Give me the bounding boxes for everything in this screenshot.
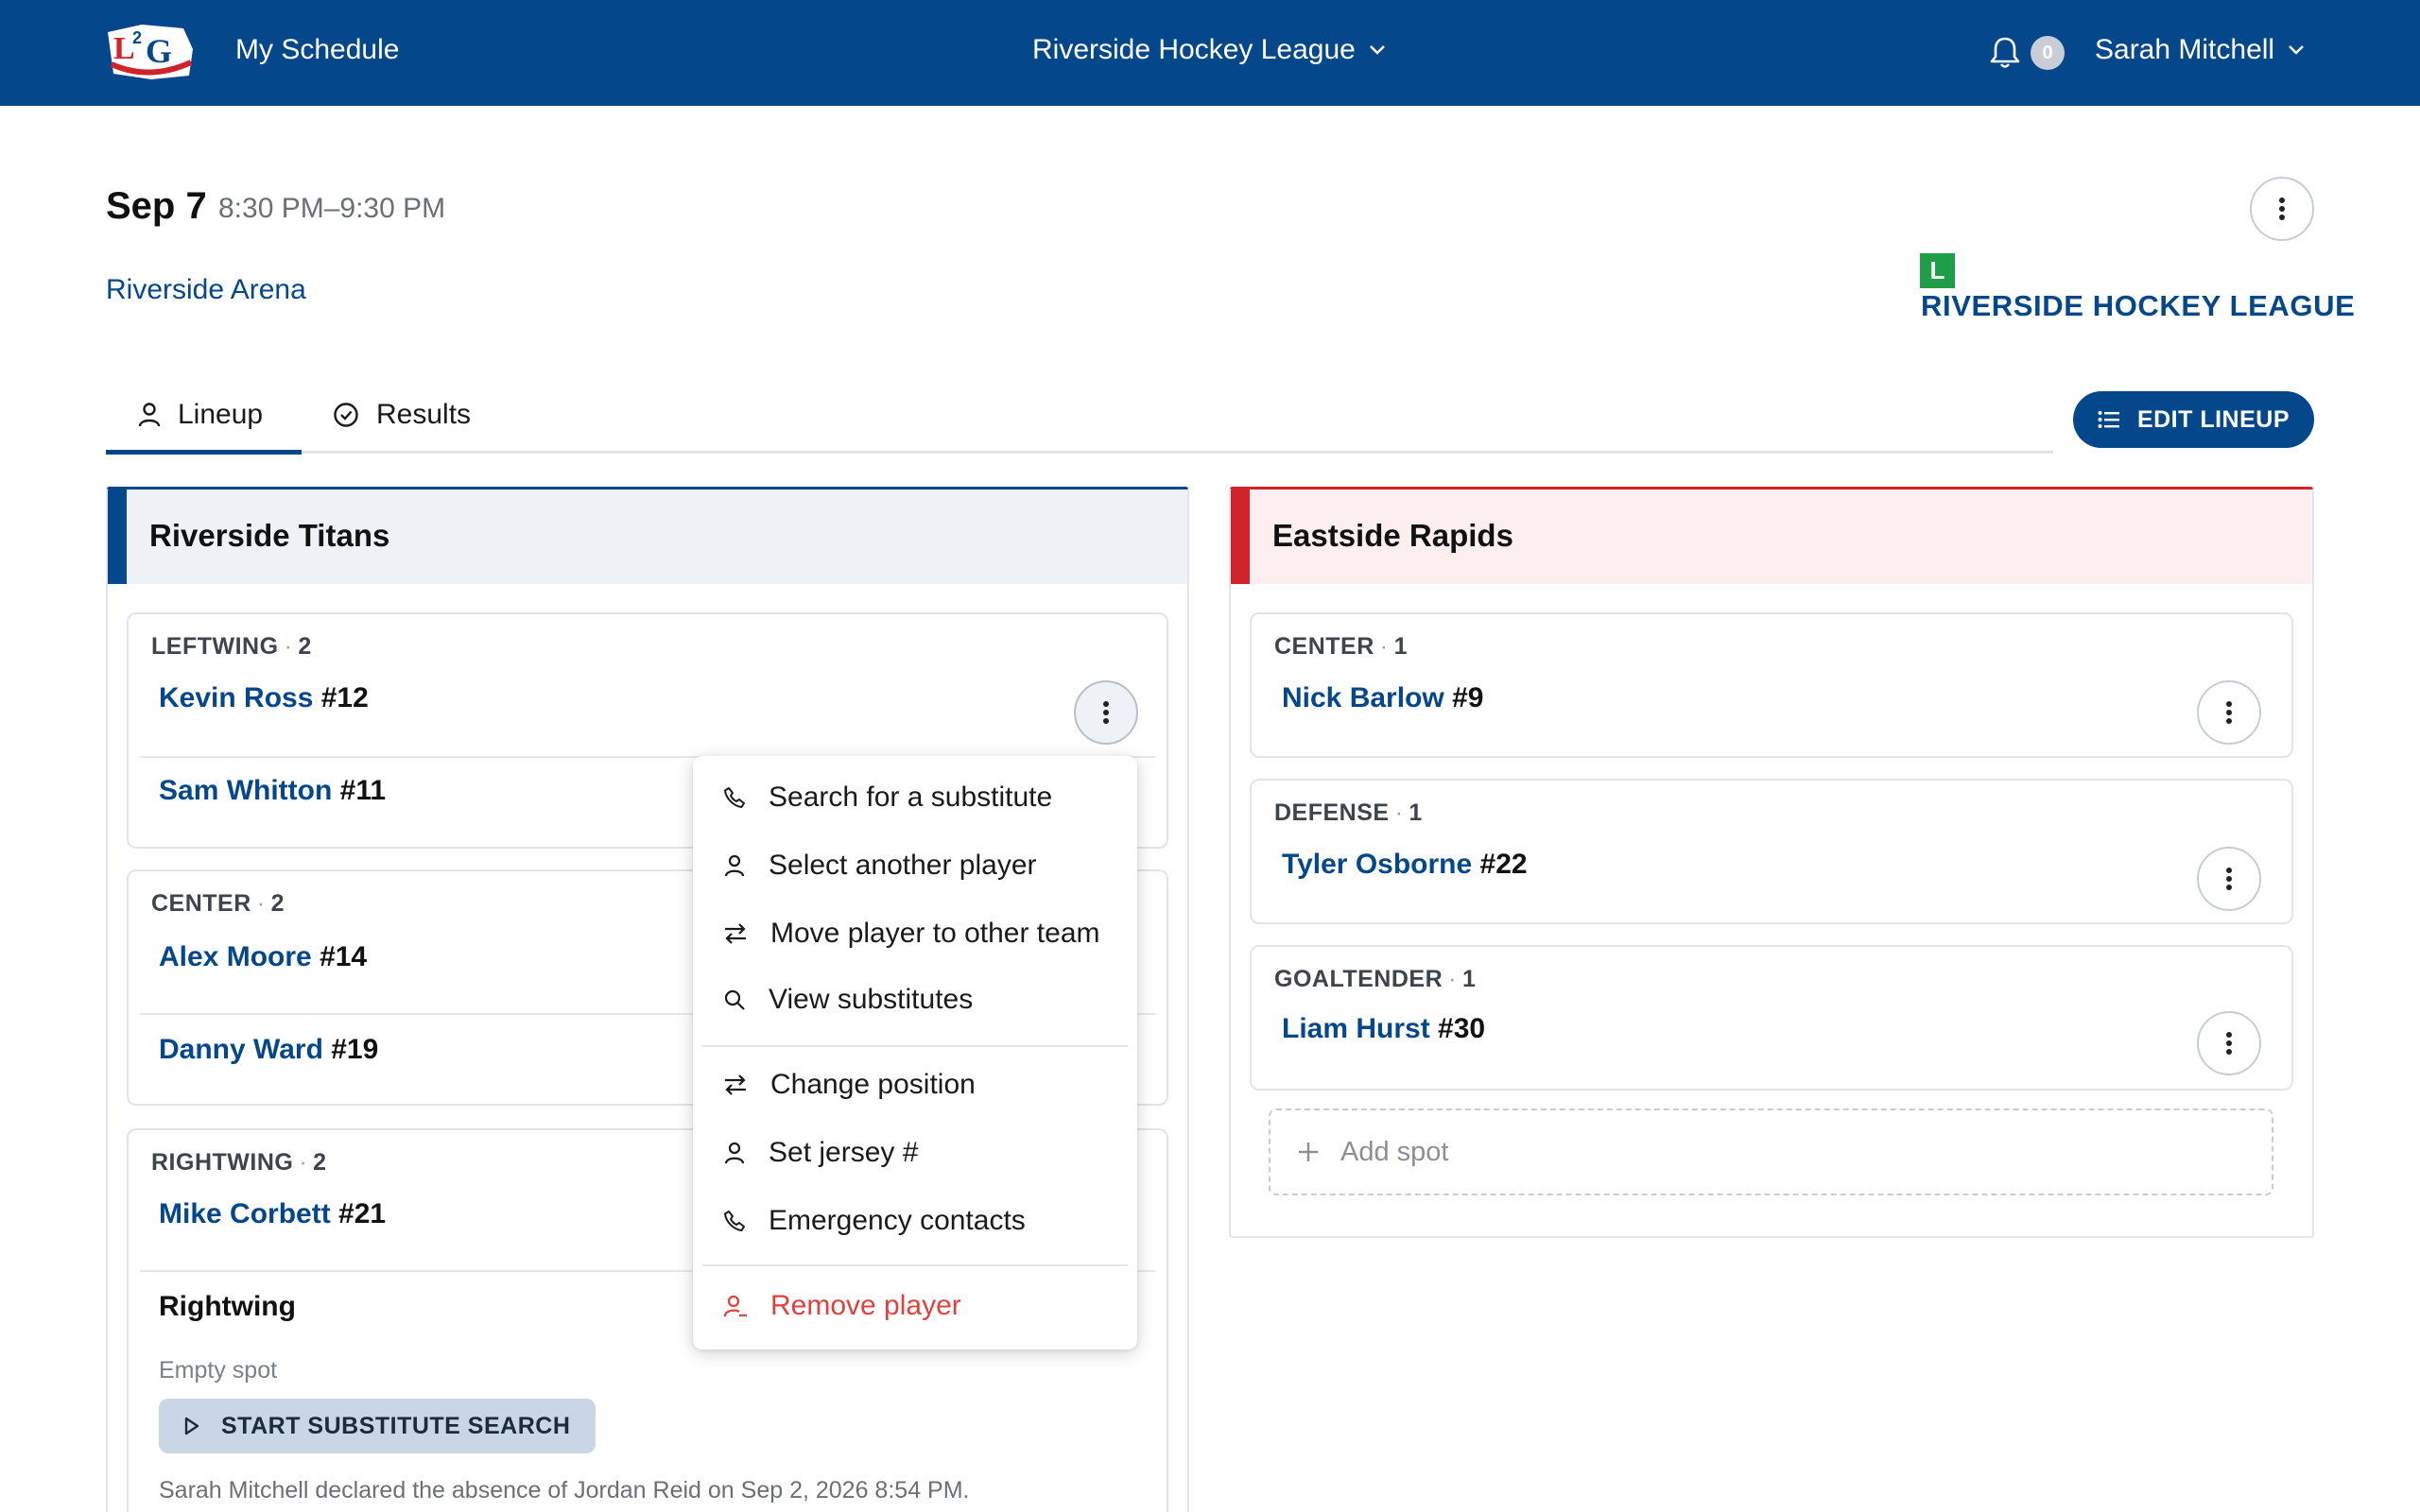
active-tab-indicator [106,450,302,455]
player-mike-corbett[interactable]: Mike Corbett #21 [159,1198,386,1230]
tab-lineup[interactable]: Lineup [138,399,263,431]
position-label: CENTER · 1 [1274,633,1409,660]
league-switcher-label: Riverside Hockey League [1032,34,1356,65]
chevron-down-icon [1369,45,1385,55]
top-navigation-bar: L 2 G My Schedule Riverside Hockey Leagu… [0,0,2420,106]
player-sam-whitton[interactable]: Sam Whitton #11 [159,775,386,807]
menu-separator [702,1264,1128,1266]
user-name: Sarah Mitchell [2095,34,2275,65]
event-date: Sep 7 [106,185,207,227]
menu-item-label: Change position [770,1069,976,1100]
menu-item-remove-player[interactable]: Remove player [693,1276,1137,1336]
position-label: GOALTENDER · 1 [1274,966,1477,992]
player-alex-moore[interactable]: Alex Moore #14 [159,941,367,973]
menu-item-set-jersey[interactable]: Set jersey # [693,1123,1137,1183]
league-name[interactable]: RIVERSIDE HOCKEY LEAGUE [1921,289,2355,323]
menu-item-select-another-player[interactable]: Select another player [693,835,1137,896]
tab-lineup-label: Lineup [178,399,264,430]
team-header: Riverside Titans [108,490,1187,584]
position-card-goaltender: GOALTENDER · 1 Liam Hurst #30 [1250,945,2293,1091]
person-icon [724,854,745,877]
player-options-button[interactable] [1074,680,1138,745]
phone-icon [724,1211,745,1231]
remove-person-icon [723,1295,747,1317]
absence-note: Sarah Mitchell declared the absence of J… [159,1477,970,1503]
away-team-panel: Eastside Rapids CENTER · 1 Nick Barlow #9 … [1229,487,2314,1238]
player-tyler-osborne[interactable]: Tyler Osborne #22 [1282,849,1528,881]
chevron-down-icon [2289,45,2304,55]
menu-item-label: Remove player [770,1290,961,1321]
menu-item-label: Select another player [769,850,1037,881]
player-options-button[interactable] [2197,1011,2261,1075]
notification-count-badge: 0 [2031,36,2065,70]
my-schedule-link[interactable]: My Schedule [235,34,399,66]
start-substitute-search-button[interactable]: START SUBSTITUTE SEARCH [159,1399,596,1453]
tab-results-label: Results [376,399,472,430]
player-kevin-ross[interactable]: Kevin Ross #12 [159,682,369,714]
play-icon [184,1417,199,1435]
phone-icon [724,787,745,808]
player-danny-ward[interactable]: Danny Ward #19 [159,1034,378,1066]
tab-results[interactable]: Results [333,399,471,431]
menu-separator [702,1045,1128,1047]
position-label: LEFTWING · 2 [151,633,312,660]
league-badge: L [1920,253,1955,288]
menu-item-label: Emergency contacts [769,1205,1026,1236]
player-nick-barlow[interactable]: Nick Barlow #9 [1282,682,1483,714]
person-icon [138,403,161,427]
more-vertical-icon [2226,701,2232,724]
menu-item-change-position[interactable]: Change position [693,1055,1137,1115]
start-substitute-search-label: START SUBSTITUTE SEARCH [221,1412,571,1439]
player-options-menu: Search for a substitute Select another p… [693,756,1137,1349]
more-vertical-icon [2226,868,2232,890]
plus-icon [1299,1143,1318,1161]
add-spot-button[interactable]: Add spot [1269,1108,2273,1195]
menu-item-label: Move player to other team [770,918,1100,949]
more-vertical-icon [2279,198,2285,220]
svg-text:G: G [146,32,172,70]
list-icon [2098,411,2119,428]
check-circle-icon [334,403,358,427]
svg-text:2: 2 [132,28,142,47]
player-options-button[interactable] [2197,847,2261,911]
event-time: 8:30 PM–9:30 PM [218,193,446,224]
menu-item-label: View substitutes [769,984,974,1015]
add-spot-label: Add spot [1340,1136,1449,1167]
position-label: DEFENSE · 1 [1274,799,1423,826]
bell-icon[interactable] [1989,36,2021,70]
menu-item-move-player[interactable]: Move player to other team [693,903,1137,964]
tabs-divider [106,451,2053,454]
menu-item-emergency-contacts[interactable]: Emergency contacts [693,1191,1137,1251]
swap-icon [725,923,746,944]
edit-lineup-label: EDIT LINEUP [2136,405,2290,433]
position-label: CENTER · 2 [151,890,285,917]
player-options-button[interactable] [2197,680,2261,745]
person-icon [724,1142,745,1164]
swap-icon [725,1074,746,1095]
position-card-center: CENTER · 1 Nick Barlow #9 [1250,612,2293,758]
player-liam-hurst[interactable]: Liam Hurst #30 [1282,1013,1485,1045]
menu-item-search-substitute[interactable]: Search for a substitute [693,767,1137,828]
position-card-defense: DEFENSE · 1 Tyler Osborne #22 [1250,779,2293,924]
edit-lineup-button[interactable]: EDIT LINEUP [2073,391,2314,448]
user-menu[interactable]: Sarah Mitchell [2095,34,2305,66]
team-name: Riverside Titans [149,518,390,553]
league-logo[interactable]: L 2 G [104,21,197,83]
empty-spot-title: Rightwing [159,1291,296,1322]
menu-item-label: Set jersey # [769,1137,919,1168]
empty-spot-status: Empty spot [159,1357,278,1383]
event-more-button[interactable] [2250,177,2314,241]
more-vertical-icon [1103,701,1109,724]
team-name: Eastside Rapids [1272,518,1513,553]
team-header: Eastside Rapids [1231,490,2312,584]
more-vertical-icon [2226,1032,2232,1055]
menu-item-view-substitutes[interactable]: View substitutes [693,970,1137,1030]
position-label: RIGHTWING · 2 [151,1149,327,1176]
menu-item-label: Search for a substitute [769,782,1053,813]
league-switcher[interactable]: Riverside Hockey League [1032,34,1386,66]
search-icon [724,989,745,1010]
venue-link[interactable]: Riverside Arena [106,274,306,306]
